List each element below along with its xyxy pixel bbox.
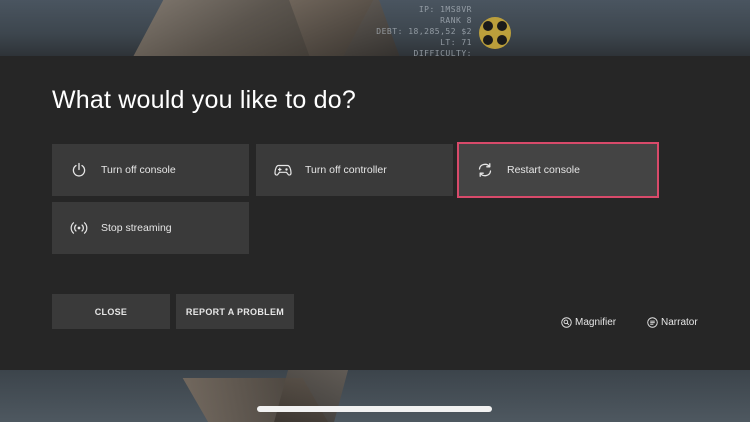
restart-console-label: Restart console (507, 164, 580, 176)
hud-line: DEBT: 18,285,52 $2 (376, 27, 472, 36)
magnifier-label: Magnifier (575, 317, 617, 328)
game-emblem-icon (479, 17, 511, 49)
hud-line: RANK 8 (440, 16, 472, 25)
narrator-icon (647, 317, 658, 328)
turn-off-console-label: Turn off console (101, 164, 176, 176)
power-dialog: What would you like to do? Turn off cons… (0, 56, 750, 370)
screen: IP: 1MS8VR RANK 8 DEBT: 18,285,52 $2 LT:… (0, 0, 750, 422)
hud-line: LT: 71 (440, 38, 472, 47)
dialog-title: What would you like to do? (52, 86, 356, 114)
controller-icon (274, 161, 292, 179)
game-background-top: IP: 1MS8VR RANK 8 DEBT: 18,285,52 $2 LT:… (0, 0, 750, 56)
restart-console-button[interactable]: Restart console (457, 142, 659, 198)
magnifier-icon (561, 317, 572, 328)
magnifier-shortcut[interactable]: Magnifier (561, 317, 616, 328)
hud-line: DIFFICULTY: STANDARD (413, 49, 472, 56)
stop-streaming-label: Stop streaming (101, 222, 172, 234)
turn-off-controller-button[interactable]: Turn off controller (256, 144, 453, 196)
turn-off-controller-label: Turn off controller (305, 164, 387, 176)
turn-off-console-button[interactable]: Turn off console (52, 144, 249, 196)
restart-icon (476, 161, 494, 179)
hud-line: IP: 1MS8VR (418, 5, 472, 14)
stop-streaming-button[interactable]: Stop streaming (52, 202, 249, 254)
report-problem-button[interactable]: REPORT A PROBLEM (176, 294, 294, 329)
narrator-label: Narrator (661, 317, 698, 328)
streaming-icon (70, 219, 88, 237)
close-button[interactable]: CLOSE (52, 294, 170, 329)
game-background-bottom (0, 370, 750, 422)
narrator-shortcut[interactable]: Narrator (647, 317, 698, 328)
home-indicator-bar[interactable] (257, 406, 492, 412)
power-icon (70, 161, 88, 179)
game-hud-text: IP: 1MS8VR RANK 8 DEBT: 18,285,52 $2 LT:… (372, 4, 472, 56)
